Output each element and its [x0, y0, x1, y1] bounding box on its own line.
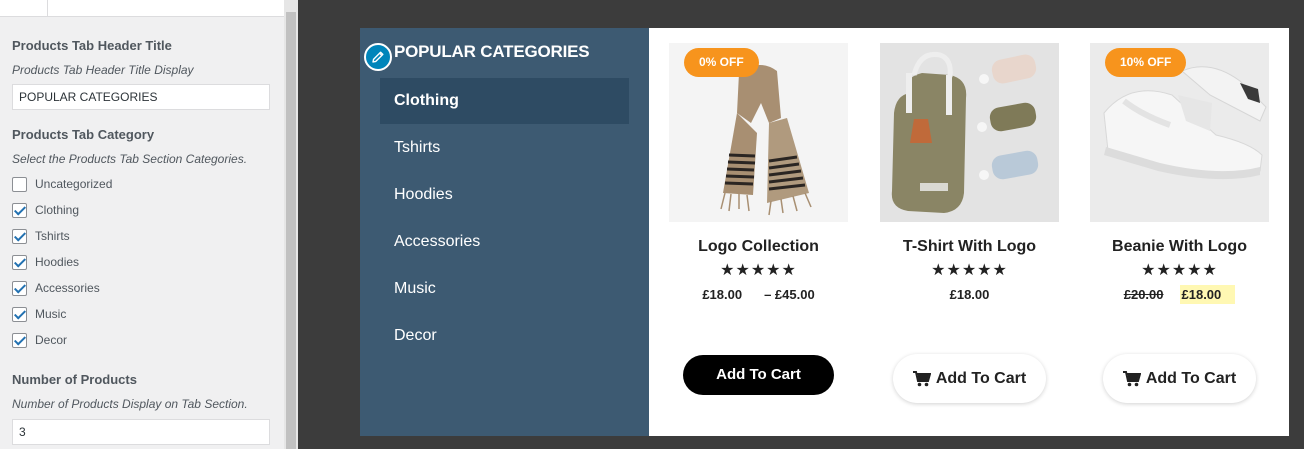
star-rating: ★★★★★	[931, 262, 1008, 279]
category-tab-clothing[interactable]: Clothing	[380, 78, 629, 124]
checkbox-label: Music	[35, 307, 67, 321]
product-price: £18.00 – £45.00	[669, 287, 848, 302]
section-heading: POPULAR CATEGORIES	[394, 42, 590, 61]
customizer-panel: Products Tab Header Title Products Tab H…	[0, 0, 284, 449]
backpack-image[interactable]	[880, 43, 1059, 222]
sneaker-image[interactable]: 10% OFF	[1090, 43, 1269, 222]
product-price: £20.00 £18.00	[1090, 285, 1269, 304]
cart-icon	[912, 370, 931, 386]
add-to-cart-button[interactable]: Add To Cart	[683, 355, 834, 395]
checkbox[interactable]	[12, 306, 27, 322]
category-checkbox-decor[interactable]: Decor	[12, 331, 67, 349]
scrollbar-thumb[interactable]	[286, 12, 296, 449]
number-of-products-description: Number of Products Display on Tab Sectio…	[12, 397, 248, 411]
product-card: T-Shirt With Logo ★★★★★ £18.00 Add To Ca…	[880, 43, 1059, 403]
products-tab-section: POPULAR CATEGORIES Clothing Tshirts Hood…	[360, 28, 1289, 436]
category-checkbox-accessories[interactable]: Accessories	[12, 279, 100, 297]
category-sidebar: POPULAR CATEGORIES Clothing Tshirts Hood…	[360, 28, 649, 436]
category-checkbox-music[interactable]: Music	[12, 305, 66, 323]
header-title-label: Products Tab Header Title	[12, 38, 172, 53]
checkbox-label: Hoodies	[35, 255, 80, 269]
checkbox[interactable]	[12, 280, 27, 296]
discount-badge: 0% OFF	[684, 48, 759, 77]
checkbox-label: Uncategorized	[35, 177, 113, 191]
add-to-cart-button[interactable]: Add To Cart	[893, 354, 1046, 403]
category-checkbox-tshirts[interactable]: Tshirts	[12, 227, 70, 245]
number-of-products-label: Number of Products	[12, 372, 137, 387]
price-min: £18.00	[702, 287, 743, 302]
checkbox[interactable]	[12, 228, 27, 244]
checkbox[interactable]	[12, 176, 27, 192]
number-of-products-input[interactable]	[12, 419, 270, 445]
product-title[interactable]: T-Shirt With Logo	[880, 238, 1059, 256]
checkbox-label: Accessories	[35, 281, 100, 295]
add-to-cart-label: Add To Cart	[1145, 369, 1237, 387]
product-card: 10% OFF Beanie With Logo ★★★★★ £20.00 £18…	[1090, 43, 1269, 403]
checkbox[interactable]	[12, 254, 27, 270]
product-card: 0% OFF Logo Collection ★★★★★ £18.00 – £45…	[669, 43, 848, 395]
category-tab-music[interactable]: Music	[380, 266, 629, 312]
edit-shortcut-pencil-icon[interactable]	[364, 43, 392, 71]
panel-scrollbar[interactable]	[284, 0, 298, 449]
scarf-image[interactable]: 0% OFF	[669, 43, 848, 222]
checkbox-label: Clothing	[35, 203, 80, 217]
cart-icon	[1122, 370, 1141, 386]
category-checkbox-clothing[interactable]: Clothing	[12, 201, 79, 219]
add-to-cart-button[interactable]: Add To Cart	[1103, 354, 1256, 403]
category-tab-accessories[interactable]: Accessories	[380, 219, 629, 265]
category-tab-decor[interactable]: Decor	[380, 313, 629, 359]
add-to-cart-label: Add To Cart	[935, 369, 1027, 387]
panel-top-bar	[0, 0, 284, 17]
product-title[interactable]: Beanie With Logo	[1090, 238, 1269, 256]
product-title[interactable]: Logo Collection	[669, 238, 848, 256]
sale-price: £18.00	[1179, 285, 1236, 304]
category-label: Products Tab Category	[12, 127, 155, 142]
star-rating: ★★★★★	[1141, 262, 1218, 279]
checkbox-label: Decor	[35, 333, 68, 347]
product-price: £18.00	[949, 287, 990, 302]
category-description: Select the Products Tab Section Categori…	[12, 152, 248, 166]
price-max: – £45.00	[764, 287, 815, 302]
category-tab-tshirts[interactable]: Tshirts	[380, 125, 629, 171]
header-title-description: Products Tab Header Title Display	[12, 63, 194, 77]
discount-badge: 10% OFF	[1105, 48, 1187, 77]
star-rating: ★★★★★	[720, 262, 797, 279]
category-checkbox-hoodies[interactable]: Hoodies	[12, 253, 79, 271]
checkbox[interactable]	[12, 332, 27, 348]
checkbox[interactable]	[12, 202, 27, 218]
header-title-input[interactable]	[12, 84, 270, 110]
checkbox-label: Tshirts	[35, 229, 70, 243]
old-price: £20.00	[1123, 287, 1164, 302]
category-checkbox-uncategorized[interactable]: Uncategorized	[12, 175, 112, 193]
category-tab-hoodies[interactable]: Hoodies	[380, 172, 629, 218]
